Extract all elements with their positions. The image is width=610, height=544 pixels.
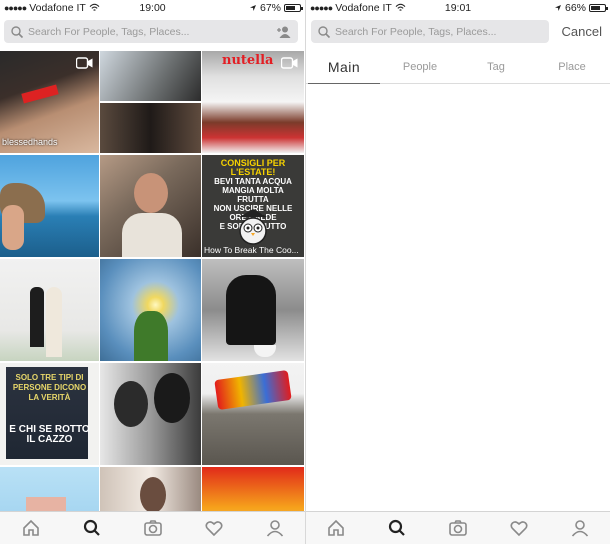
search-tabs: Main People Tag Place	[306, 50, 610, 84]
explore-grid: blessedhands nutella CONSIGLI PER L'ESTA…	[0, 51, 305, 544]
carrier-label: Vodafone IT	[29, 1, 86, 14]
grid-photo[interactable]: CONSIGLI PER L'ESTATE! BEVI TANTA ACQUA …	[202, 155, 304, 257]
photo-caption: How To Break The Coo...	[204, 245, 299, 255]
video-icon	[76, 57, 93, 69]
grid-photo[interactable]	[202, 363, 304, 465]
quote-bottom: E CHI SE ROTTO IL CAZZO	[9, 424, 90, 445]
profile-icon	[266, 520, 283, 537]
add-user-icon[interactable]	[276, 25, 292, 39]
poster-title: CONSIGLI PER L'ESTATE!	[220, 158, 286, 177]
grid-photo[interactable]	[0, 155, 99, 257]
bottom-tab-bar	[306, 511, 610, 544]
signal-icon: ●●●●●	[4, 2, 27, 13]
tab-people[interactable]: People	[382, 50, 458, 83]
home-icon	[328, 519, 345, 536]
carrier-label: Vodafone IT	[335, 1, 392, 14]
tab-home[interactable]	[20, 517, 42, 539]
profile-icon	[571, 520, 588, 537]
grid-photo[interactable]	[100, 51, 201, 153]
home-icon	[22, 519, 39, 536]
signal-icon: ●●●●●	[310, 2, 333, 13]
battery-icon	[589, 3, 608, 12]
heart-icon	[204, 521, 223, 537]
tab-activity[interactable]	[508, 517, 530, 539]
grid-photo[interactable]: blessedhands	[0, 51, 99, 153]
status-bar: ●●●●● Vodafone IT 19:00 67%	[0, 0, 305, 15]
clock: 19:01	[444, 1, 472, 14]
location-icon	[554, 4, 561, 11]
search-input[interactable]	[28, 25, 276, 38]
video-icon	[281, 57, 298, 69]
wifi-icon	[89, 3, 100, 11]
search-icon	[83, 519, 100, 536]
heart-icon	[510, 521, 528, 537]
quote-top: SOLO TRE TIPI DI PERSONE DICONO LA VERIT…	[12, 373, 87, 402]
grid-photo[interactable]: nutella	[202, 51, 304, 153]
grid-photo[interactable]	[202, 259, 304, 361]
battery-percent: 66%	[564, 1, 586, 14]
tab-profile[interactable]	[264, 517, 286, 539]
bottom-tab-bar	[0, 511, 305, 544]
search-icon	[11, 25, 24, 38]
tab-activity[interactable]	[203, 517, 225, 539]
tab-search[interactable]	[386, 517, 408, 539]
tab-main[interactable]: Main	[306, 50, 382, 84]
camera-icon	[143, 520, 162, 536]
battery-icon	[284, 3, 303, 12]
battery-percent: 67%	[259, 1, 281, 14]
tab-tag[interactable]: Tag	[458, 50, 534, 83]
clock: 19:00	[139, 1, 166, 14]
owl-illustration	[236, 207, 270, 245]
cancel-button[interactable]: Cancel	[562, 24, 602, 39]
grid-photo[interactable]	[0, 259, 99, 361]
grid-photo[interactable]: SOLO TRE TIPI DI PERSONE DICONO LA VERIT…	[0, 363, 99, 465]
search-icon	[389, 519, 405, 536]
grid-photo[interactable]	[100, 155, 201, 257]
tab-camera[interactable]	[447, 517, 469, 539]
wifi-icon	[395, 3, 406, 11]
tab-profile[interactable]	[569, 517, 591, 539]
tab-place[interactable]: Place	[534, 50, 610, 83]
tab-search[interactable]	[81, 517, 103, 539]
search-icon	[318, 25, 331, 38]
search-bar[interactable]	[311, 20, 549, 43]
grid-photo[interactable]	[100, 259, 201, 361]
tab-home[interactable]	[325, 517, 347, 539]
search-input[interactable]	[335, 25, 543, 38]
brand-label: nutella	[222, 53, 274, 68]
explore-screen: ●●●●● Vodafone IT 19:00 67% blessedhands	[0, 0, 305, 544]
grid-photo[interactable]	[100, 363, 201, 465]
location-icon	[249, 4, 256, 11]
status-bar: ●●●●● Vodafone IT 19:01 66%	[306, 0, 610, 15]
camera-icon	[449, 520, 467, 536]
tab-camera[interactable]	[142, 517, 164, 539]
photo-caption: blessedhands	[2, 137, 58, 147]
app-root: ●●●●● Vodafone IT 19:00 67% blessedhands	[0, 0, 610, 544]
search-bar[interactable]	[4, 20, 298, 43]
search-screen: ●●●●● Vodafone IT 19:01 66% Cancel Main …	[305, 0, 610, 544]
